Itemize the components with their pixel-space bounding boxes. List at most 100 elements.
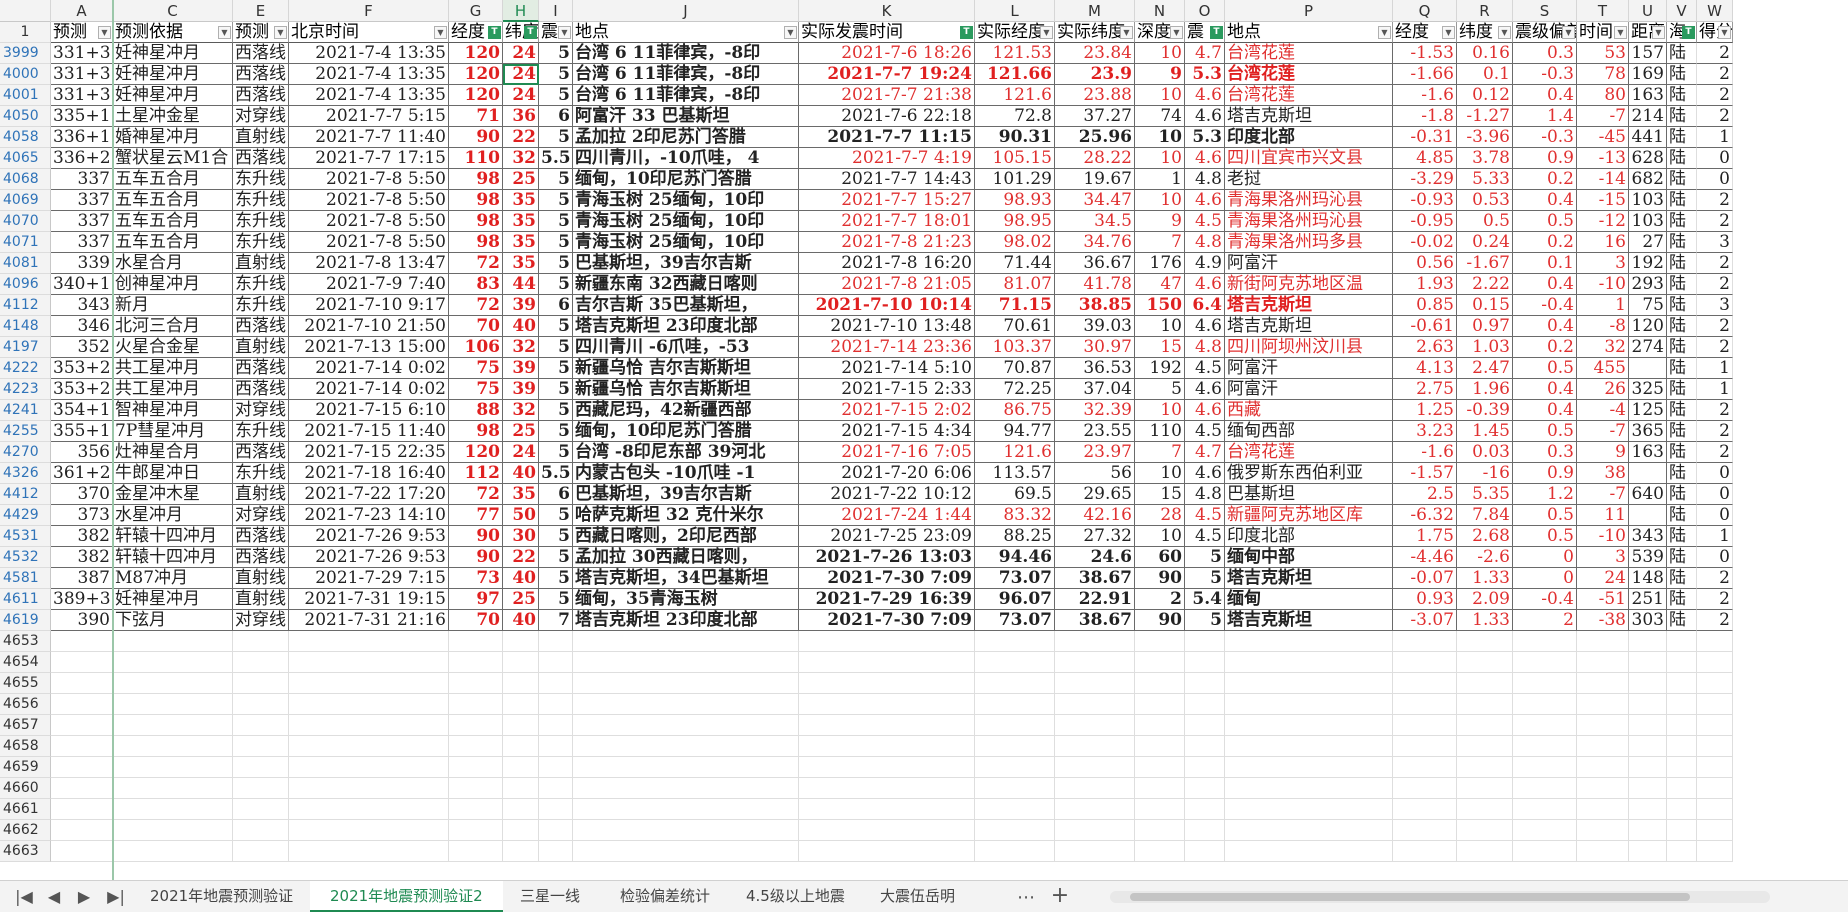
cell-o[interactable]: 5.3: [1185, 64, 1225, 85]
row-number[interactable]: 4412: [0, 484, 51, 505]
empty-cell[interactable]: [113, 820, 233, 841]
cell-r[interactable]: 0.53: [1457, 190, 1513, 211]
row-number[interactable]: 4081: [0, 253, 51, 274]
empty-cell[interactable]: [1629, 736, 1667, 757]
cell-v[interactable]: 陆: [1667, 358, 1697, 379]
empty-cell[interactable]: [51, 673, 113, 694]
cell-n[interactable]: 1: [1135, 169, 1185, 190]
cell-e[interactable]: 东升线: [233, 232, 289, 253]
empty-cell[interactable]: [1055, 820, 1135, 841]
empty-cell[interactable]: [1513, 778, 1577, 799]
empty-cell[interactable]: [289, 841, 449, 862]
cell-a[interactable]: 356: [51, 442, 113, 463]
filter-dropdown-icon[interactable]: ▼: [1170, 26, 1183, 39]
cell-c[interactable]: 蟹状星云M1合: [113, 148, 233, 169]
cell-q[interactable]: -0.61: [1393, 316, 1457, 337]
cell-i[interactable]: 6: [539, 106, 573, 127]
cell-h[interactable]: 22: [503, 547, 539, 568]
cell-h[interactable]: 25: [503, 589, 539, 610]
cell-l[interactable]: 81.07: [975, 274, 1055, 295]
cell-f[interactable]: 2021-7-13 15:00: [289, 337, 449, 358]
cell-k[interactable]: 2021-7-15 2:02: [799, 400, 975, 421]
cell-n[interactable]: 10: [1135, 400, 1185, 421]
sheet-tab[interactable]: 2021年地震预测验证: [130, 881, 313, 912]
empty-cell[interactable]: [233, 673, 289, 694]
cell-v[interactable]: 陆: [1667, 127, 1697, 148]
cell-i[interactable]: 5: [539, 169, 573, 190]
cell-o[interactable]: 4.8: [1185, 337, 1225, 358]
cell-a[interactable]: 336+2: [51, 148, 113, 169]
filter-dropdown-icon[interactable]: ▼: [784, 26, 797, 39]
cell-k[interactable]: 2021-7-7 11:15: [799, 127, 975, 148]
cell-m[interactable]: 41.78: [1055, 274, 1135, 295]
cell-q[interactable]: -1.66: [1393, 64, 1457, 85]
empty-cell[interactable]: [1697, 652, 1733, 673]
cell-k[interactable]: 2021-7-22 10:12: [799, 484, 975, 505]
cell-m[interactable]: 36.53: [1055, 358, 1135, 379]
cell-o[interactable]: 4.8: [1185, 169, 1225, 190]
empty-cell[interactable]: [799, 673, 975, 694]
cell-h[interactable]: 35: [503, 190, 539, 211]
cell-k[interactable]: 2021-7-7 15:27: [799, 190, 975, 211]
cell-k[interactable]: 2021-7-26 13:03: [799, 547, 975, 568]
header-cell-g[interactable]: 经度 T: [449, 22, 503, 43]
empty-cell[interactable]: [51, 799, 113, 820]
cell-j[interactable]: 巴基斯坦，39吉尔吉斯: [573, 253, 799, 274]
cell-e[interactable]: 西落线: [233, 316, 289, 337]
cell-t[interactable]: 78: [1577, 64, 1629, 85]
cell-l[interactable]: 121.6: [975, 442, 1055, 463]
cell-u[interactable]: 343: [1629, 526, 1667, 547]
cell-a[interactable]: 354+1: [51, 400, 113, 421]
cell-g[interactable]: 97: [449, 589, 503, 610]
row-number[interactable]: 4222: [0, 358, 51, 379]
cell-s[interactable]: 0.5: [1513, 358, 1577, 379]
cell-r[interactable]: 1.33: [1457, 568, 1513, 589]
cell-q[interactable]: 2.63: [1393, 337, 1457, 358]
cell-g[interactable]: 120: [449, 442, 503, 463]
cell-p[interactable]: 巴基斯坦: [1225, 484, 1393, 505]
sheet-tab[interactable]: 大震伍岳明: [860, 881, 975, 912]
row-number[interactable]: 4255: [0, 421, 51, 442]
cell-a[interactable]: 339: [51, 253, 113, 274]
empty-cell[interactable]: [1135, 736, 1185, 757]
empty-cell[interactable]: [113, 694, 233, 715]
cell-f[interactable]: 2021-7-7 17:15: [289, 148, 449, 169]
row-number[interactable]: 4655: [0, 673, 51, 694]
cell-r[interactable]: -1.27: [1457, 106, 1513, 127]
cell-n[interactable]: 10: [1135, 190, 1185, 211]
cell-p[interactable]: 台湾花莲: [1225, 64, 1393, 85]
cell-a[interactable]: 340+1: [51, 274, 113, 295]
empty-cell[interactable]: [1667, 736, 1697, 757]
empty-cell[interactable]: [1393, 778, 1457, 799]
column-header-h[interactable]: H: [503, 0, 539, 22]
cell-n[interactable]: 10: [1135, 526, 1185, 547]
cell-l[interactable]: 94.46: [975, 547, 1055, 568]
cell-j[interactable]: 内蒙古包头 -10爪哇 -1: [573, 463, 799, 484]
cell-o[interactable]: 5: [1185, 610, 1225, 631]
cell-g[interactable]: 106: [449, 337, 503, 358]
cell-w[interactable]: 2: [1697, 421, 1733, 442]
row-number[interactable]: 4070: [0, 211, 51, 232]
cell-c[interactable]: 7P彗星冲月: [113, 421, 233, 442]
empty-cell[interactable]: [51, 694, 113, 715]
cell-f[interactable]: 2021-7-8 5:50: [289, 211, 449, 232]
cell-h[interactable]: 30: [503, 526, 539, 547]
cell-c[interactable]: 牛郎星冲日: [113, 463, 233, 484]
column-header-g[interactable]: G: [449, 0, 503, 22]
cell-n[interactable]: 90: [1135, 610, 1185, 631]
cell-f[interactable]: 2021-7-18 16:40: [289, 463, 449, 484]
row-number[interactable]: 4270: [0, 442, 51, 463]
empty-cell[interactable]: [289, 694, 449, 715]
cell-g[interactable]: 83: [449, 274, 503, 295]
cell-w[interactable]: 0: [1697, 169, 1733, 190]
cell-f[interactable]: 2021-7-23 14:10: [289, 505, 449, 526]
cell-c[interactable]: 妊神星冲月: [113, 43, 233, 64]
cell-u[interactable]: 125: [1629, 400, 1667, 421]
cell-g[interactable]: 70: [449, 610, 503, 631]
empty-cell[interactable]: [1055, 841, 1135, 862]
empty-cell[interactable]: [1577, 778, 1629, 799]
cell-n[interactable]: 10: [1135, 148, 1185, 169]
cell-k[interactable]: 2021-7-7 14:43: [799, 169, 975, 190]
cell-e[interactable]: 直射线: [233, 484, 289, 505]
cell-h[interactable]: 50: [503, 505, 539, 526]
